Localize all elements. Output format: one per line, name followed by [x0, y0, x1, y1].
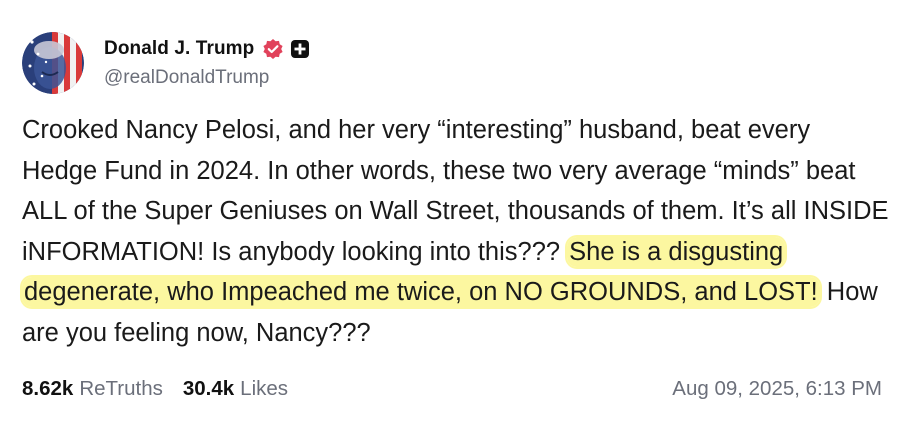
- avatar[interactable]: [22, 32, 84, 94]
- likes-label: Likes: [240, 377, 289, 400]
- author-handle[interactable]: @realDonaldTrump: [104, 67, 310, 89]
- name-row: Donald J. Trump: [104, 35, 310, 63]
- post-footer: 8.62k ReTruths 30.4k Likes Aug 09, 2025, 6…: [22, 377, 882, 401]
- avatar-image: [22, 32, 84, 94]
- retruths-stat[interactable]: 8.62k ReTruths: [22, 377, 163, 401]
- author-identity: Donald J. Trump @realDonaldTrump: [104, 35, 310, 89]
- retruths-count: 8.62k: [22, 377, 74, 400]
- likes-stat[interactable]: 30.4k Likes: [183, 377, 288, 401]
- truth-post: Donald J. Trump @realDonaldTrump Crooked…: [0, 0, 910, 424]
- retruths-label: ReTruths: [79, 377, 163, 400]
- post-stats: 8.62k ReTruths 30.4k Likes: [22, 377, 288, 401]
- author-display-name[interactable]: Donald J. Trump: [104, 38, 254, 60]
- post-text: Crooked Nancy Pelosi, and her very “inte…: [22, 110, 892, 353]
- post-timestamp[interactable]: Aug 09, 2025, 6:13 PM: [672, 377, 882, 401]
- likes-count: 30.4k: [182, 377, 235, 400]
- post-header: Donald J. Trump @realDonaldTrump: [22, 32, 310, 94]
- verified-badge-icon: [262, 38, 284, 60]
- plus-badge-icon: [290, 39, 310, 59]
